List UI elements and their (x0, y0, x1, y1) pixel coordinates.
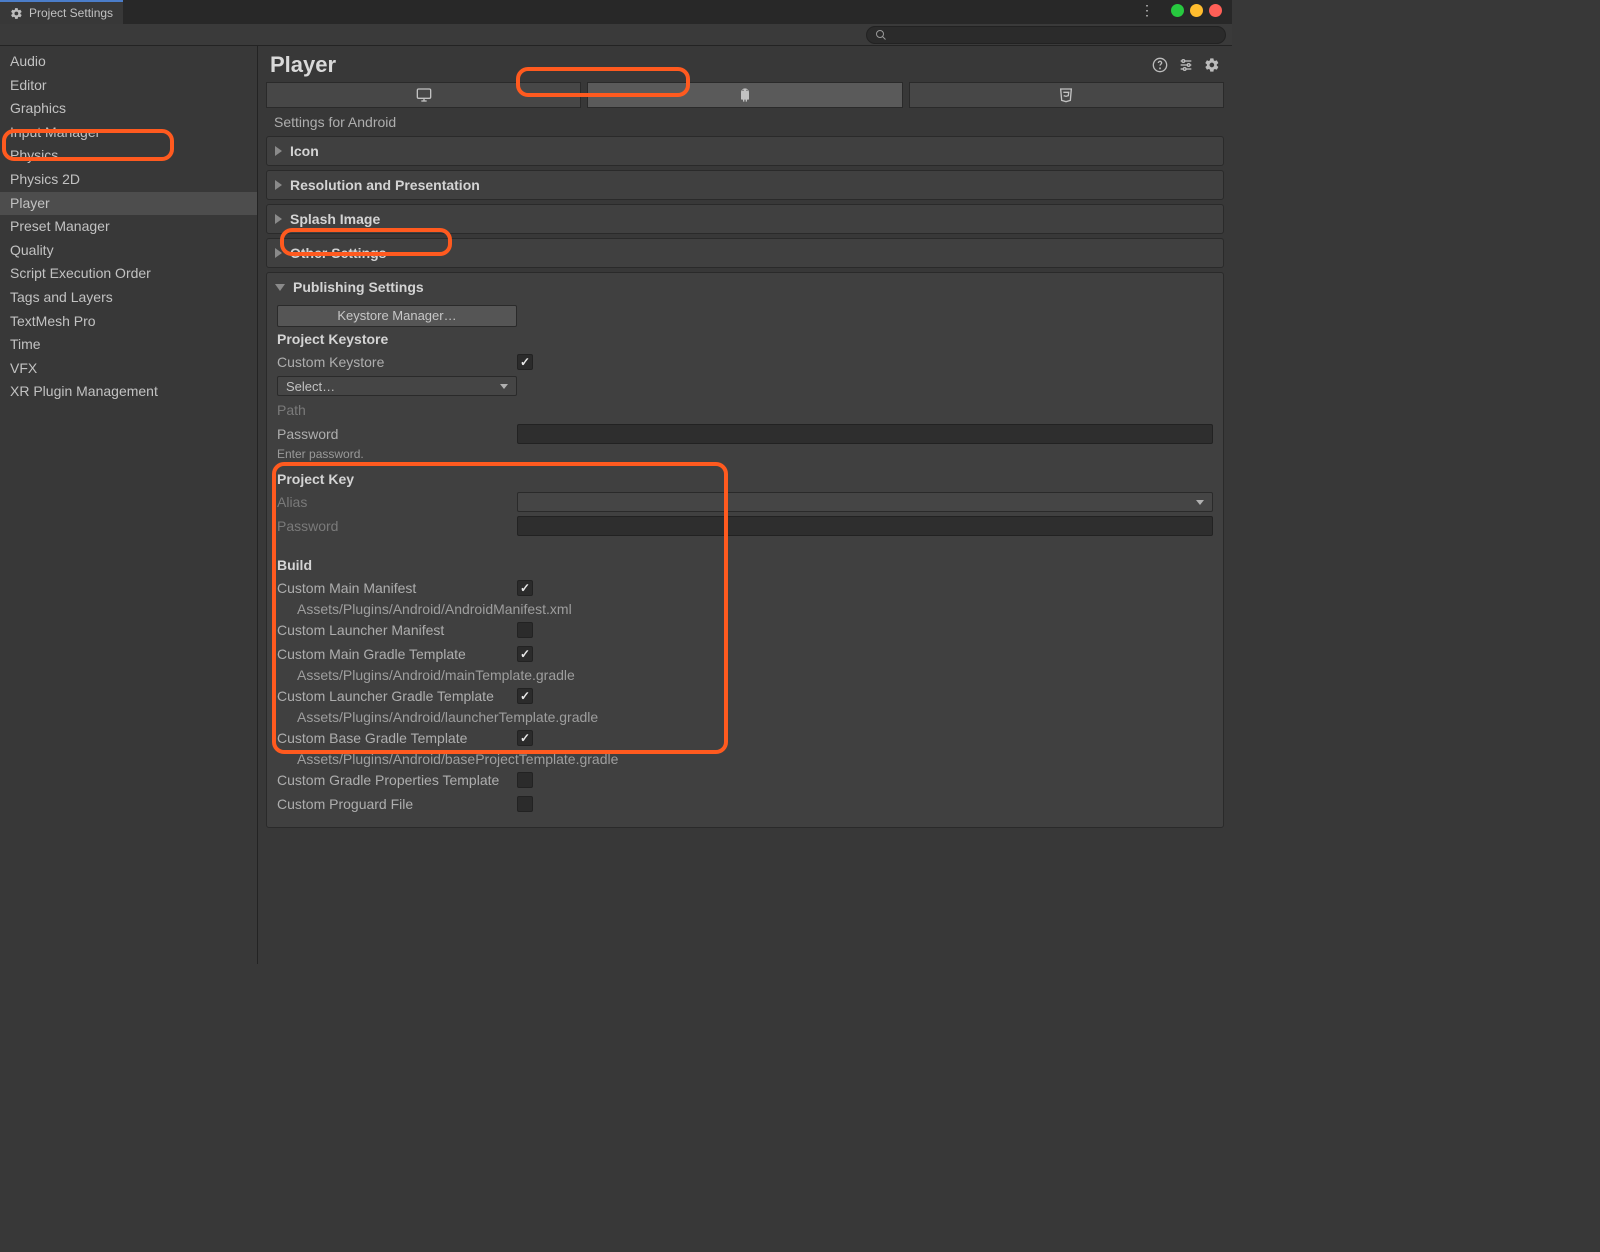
sidebar-item-tags-and-layers[interactable]: Tags and Layers (0, 286, 257, 310)
html5-icon (1058, 86, 1074, 104)
alias-select[interactable] (517, 492, 1213, 512)
sidebar-item-textmesh-pro[interactable]: TextMesh Pro (0, 310, 257, 334)
project-key-header: Project Key (277, 471, 1213, 487)
tab-standalone[interactable] (266, 82, 581, 108)
alias-label: Alias (277, 494, 517, 510)
section-publishing-header[interactable]: Publishing Settings (267, 273, 1223, 301)
close-icon[interactable] (1209, 4, 1222, 17)
project-keystore-header: Project Keystore (277, 331, 1213, 347)
settings-tab[interactable]: Project Settings (0, 0, 123, 24)
chevron-right-icon (275, 146, 282, 156)
build-item-checkbox[interactable] (517, 688, 533, 704)
build-item-label: Custom Base Gradle Template (277, 730, 517, 746)
custom-keystore-label: Custom Keystore (277, 354, 517, 370)
sidebar-item-time[interactable]: Time (0, 333, 257, 357)
settings-for-label: Settings for Android (258, 108, 1232, 136)
section-icon[interactable]: Icon (266, 136, 1224, 166)
sidebar-item-player[interactable]: Player (0, 192, 257, 216)
gear-icon (10, 7, 23, 20)
build-item-checkbox[interactable] (517, 772, 533, 788)
build-item-label: Custom Launcher Manifest (277, 622, 517, 638)
window-controls (1171, 4, 1222, 17)
chevron-down-icon (275, 284, 285, 291)
keystore-password-label: Password (277, 426, 517, 442)
gear-icon[interactable] (1204, 57, 1220, 73)
build-item-checkbox[interactable] (517, 646, 533, 662)
content-pane: Player Settings for Android Icon (258, 46, 1232, 964)
build-item-path: Assets/Plugins/Android/launcherTemplate.… (277, 709, 1213, 725)
build-item-label: Custom Main Gradle Template (277, 646, 517, 662)
sidebar-item-xr-plugin-management[interactable]: XR Plugin Management (0, 380, 257, 404)
preset-icon[interactable] (1178, 57, 1194, 73)
build-item-checkbox[interactable] (517, 730, 533, 746)
sidebar-item-quality[interactable]: Quality (0, 239, 257, 263)
build-item-label: Custom Proguard File (277, 796, 517, 812)
section-publishing: Publishing Settings Keystore Manager… Pr… (266, 272, 1224, 828)
keystore-select[interactable]: Select… (277, 376, 517, 396)
help-icon[interactable] (1152, 57, 1168, 73)
key-password-input[interactable] (517, 516, 1213, 536)
sidebar-item-script-execution-order[interactable]: Script Execution Order (0, 262, 257, 286)
platform-tabs (258, 82, 1232, 108)
sidebar-item-audio[interactable]: Audio (0, 50, 257, 74)
build-item-label: Custom Gradle Properties Template (277, 772, 517, 788)
settings-category-sidebar: AudioEditorGraphicsInput ManagerPhysicsP… (0, 46, 258, 964)
section-splash[interactable]: Splash Image (266, 204, 1224, 234)
build-item-checkbox[interactable] (517, 796, 533, 812)
keystore-manager-button[interactable]: Keystore Manager… (277, 305, 517, 327)
path-label: Path (277, 402, 517, 418)
sidebar-item-physics-2d[interactable]: Physics 2D (0, 168, 257, 192)
build-item-path: Assets/Plugins/Android/AndroidManifest.x… (277, 601, 1213, 617)
key-password-label: Password (277, 518, 517, 534)
sidebar-item-vfx[interactable]: VFX (0, 357, 257, 381)
tab-android[interactable] (587, 82, 902, 108)
build-item-label: Custom Launcher Gradle Template (277, 688, 517, 704)
search-row (0, 24, 1232, 46)
kebab-menu-icon[interactable]: ⋮ (1140, 2, 1152, 19)
keystore-password-input[interactable] (517, 424, 1213, 444)
android-icon (737, 86, 753, 104)
minimize-icon[interactable] (1171, 4, 1184, 17)
section-resolution[interactable]: Resolution and Presentation (266, 170, 1224, 200)
sidebar-item-graphics[interactable]: Graphics (0, 97, 257, 121)
build-item-path: Assets/Plugins/Android/mainTemplate.grad… (277, 667, 1213, 683)
chevron-right-icon (275, 214, 282, 224)
sidebar-item-physics[interactable]: Physics (0, 144, 257, 168)
build-item-path: Assets/Plugins/Android/baseProjectTempla… (277, 751, 1213, 767)
sidebar-item-preset-manager[interactable]: Preset Manager (0, 215, 257, 239)
tab-webgl[interactable] (909, 82, 1224, 108)
section-other[interactable]: Other Settings (266, 238, 1224, 268)
sidebar-item-editor[interactable]: Editor (0, 74, 257, 98)
titlebar: Project Settings ⋮ (0, 0, 1232, 24)
sidebar-item-input-manager[interactable]: Input Manager (0, 121, 257, 145)
chevron-right-icon (275, 248, 282, 258)
build-item-label: Custom Main Manifest (277, 580, 517, 596)
monitor-icon (415, 87, 433, 103)
maximize-icon[interactable] (1190, 4, 1203, 17)
password-hint: Enter password. (277, 447, 1213, 461)
tab-title: Project Settings (29, 6, 113, 20)
search-input[interactable] (866, 26, 1226, 44)
build-header: Build (277, 557, 1213, 573)
build-item-checkbox[interactable] (517, 622, 533, 638)
page-title: Player (270, 52, 1152, 78)
custom-keystore-checkbox[interactable] (517, 354, 533, 370)
chevron-right-icon (275, 180, 282, 190)
build-item-checkbox[interactable] (517, 580, 533, 596)
search-icon (875, 29, 887, 41)
